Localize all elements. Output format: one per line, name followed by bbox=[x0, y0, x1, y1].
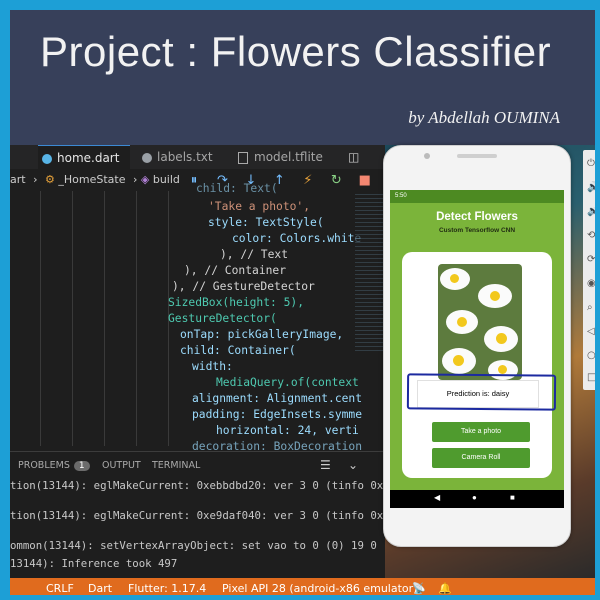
code-line: ), // Container bbox=[184, 264, 287, 277]
author-byline: by Abdellah OUMINA bbox=[408, 108, 560, 127]
list-icon[interactable]: ☰ bbox=[320, 458, 331, 472]
daisy-center bbox=[453, 355, 464, 366]
back-icon[interactable]: ◀ bbox=[434, 493, 440, 502]
recents-icon[interactable]: ■ bbox=[510, 493, 515, 502]
android-nav-bar: ◀ ● ■ bbox=[390, 490, 564, 508]
device-selector[interactable]: Pixel API 28 (android-x86 emulator) bbox=[222, 578, 417, 595]
terminal-output[interactable]: tion(13144): eglMakeCurrent: 0xebbdbd20:… bbox=[10, 477, 385, 577]
highlight-annotation bbox=[406, 373, 557, 411]
problems-count-badge: 1 bbox=[73, 461, 90, 471]
class-icon: ⚙ bbox=[44, 173, 55, 186]
hot-reload-icon[interactable]: ⚡ bbox=[296, 173, 320, 188]
take-photo-button[interactable]: Take a photo bbox=[432, 422, 530, 442]
code-line: alignment: Alignment.cent bbox=[192, 392, 363, 405]
rotate-left-icon[interactable]: ⟲ bbox=[587, 230, 595, 241]
breadcrumb-class[interactable]: _HomeState bbox=[58, 173, 125, 186]
panel-tab-bar: PROBLEMS 1 OUTPUT TERMINAL ☰ ⌄ bbox=[10, 451, 385, 478]
code-line: onTap: pickGalleryImage, bbox=[180, 328, 344, 341]
home-icon[interactable]: ○ bbox=[587, 350, 595, 361]
android-status-bar: 5:50 bbox=[390, 190, 564, 203]
code-line: color: Colors.white bbox=[232, 232, 362, 245]
code-area[interactable]: child: Text( 'Take a photo', style: Text… bbox=[10, 182, 385, 453]
tab-label: labels.txt bbox=[157, 150, 213, 164]
broadcast-icon[interactable]: 📡 bbox=[412, 578, 426, 595]
camera-roll-button[interactable]: Camera Roll bbox=[432, 448, 530, 468]
page-title: Project : Flowers Classifier bbox=[40, 28, 552, 75]
code-line: MediaQuery.of(context bbox=[216, 376, 359, 389]
volume-up-icon[interactable]: 🔊 bbox=[587, 182, 595, 193]
slide-frame: Project : Flowers Classifier by Abdellah… bbox=[0, 0, 600, 600]
eol-indicator[interactable]: CRLF bbox=[46, 578, 74, 595]
volume-down-icon[interactable]: 🔉 bbox=[587, 206, 595, 217]
back-icon[interactable]: ◁ bbox=[587, 326, 595, 337]
result-card: Prediction is: daisy Take a photo Camera… bbox=[402, 252, 557, 478]
code-line: SizedBox(height: 5), bbox=[168, 296, 305, 309]
daisy-center bbox=[498, 365, 507, 374]
terminal-line: tion(13144): eglMakeCurrent: 0xebbdbd20:… bbox=[10, 479, 384, 492]
split-editor-icon[interactable]: ◫ bbox=[348, 145, 368, 169]
terminal-line: ommon(13144): setVertexArrayObject: set … bbox=[10, 539, 377, 552]
code-line: horizontal: 24, verti bbox=[216, 424, 359, 437]
code-line: padding: EdgeInsets.symme bbox=[192, 408, 363, 421]
tab-labels-txt[interactable]: labels.txt bbox=[142, 145, 222, 169]
tab-output[interactable]: OUTPUT bbox=[102, 460, 141, 471]
android-emulator: 5:50 Detect Flowers Custom Tensorflow CN… bbox=[383, 145, 571, 547]
stop-icon[interactable]: ■ bbox=[353, 173, 377, 188]
rotate-right-icon[interactable]: ⟳ bbox=[587, 254, 595, 265]
daisy-center bbox=[496, 333, 507, 344]
daisy-center bbox=[490, 291, 500, 301]
flutter-version[interactable]: Flutter: 1.17.4 bbox=[128, 578, 206, 595]
camera-icon bbox=[424, 153, 430, 159]
breadcrumb-method[interactable]: build bbox=[153, 173, 180, 186]
title-banner: Project : Flowers Classifier by Abdellah… bbox=[10, 10, 595, 145]
tab-terminal[interactable]: TERMINAL bbox=[152, 460, 200, 471]
status-bar: CRLF Dart Flutter: 1.17.4 Pixel API 28 (… bbox=[10, 578, 595, 595]
phone-screen: 5:50 Detect Flowers Custom Tensorflow CN… bbox=[390, 190, 564, 508]
breadcrumb-file[interactable]: art bbox=[10, 173, 26, 186]
tab-home-dart[interactable]: home.dart ✕ bbox=[38, 145, 130, 189]
method-icon: ◈ bbox=[140, 173, 150, 186]
app-subtitle: Custom Tensorflow CNN bbox=[438, 227, 516, 234]
tab-label: home.dart bbox=[57, 151, 120, 165]
language-mode[interactable]: Dart bbox=[88, 578, 112, 595]
terminal-line: 13144): Inference took 497 bbox=[10, 557, 178, 570]
code-line: GestureDetector( bbox=[168, 312, 277, 325]
tab-label: model.tflite bbox=[254, 150, 323, 164]
emulator-controls: ⏻ 🔊 🔉 ⟲ ⟳ ◉ ⌕ ◁ ○ □ bbox=[583, 150, 595, 390]
power-icon[interactable]: ⏻ bbox=[587, 158, 595, 169]
text-file-icon bbox=[142, 152, 152, 163]
terminal-line: tion(13144): eglMakeCurrent: 0xe9daf040:… bbox=[10, 509, 384, 522]
code-line: 'Take a photo', bbox=[208, 200, 311, 213]
minimap[interactable] bbox=[355, 191, 385, 351]
screenshot-icon[interactable]: ◉ bbox=[587, 278, 595, 289]
flower-image bbox=[438, 264, 522, 380]
overview-icon[interactable]: □ bbox=[587, 372, 595, 383]
home-icon[interactable]: ● bbox=[472, 493, 477, 502]
status-time: 5:50 bbox=[395, 193, 407, 199]
code-line: style: TextStyle( bbox=[208, 216, 324, 229]
restart-icon[interactable]: ↻ bbox=[324, 173, 348, 188]
dart-file-icon bbox=[42, 153, 52, 164]
chevron-down-icon[interactable]: ⌄ bbox=[348, 458, 358, 472]
phone-speaker bbox=[457, 154, 497, 158]
code-line: ), // GestureDetector bbox=[172, 280, 315, 293]
zoom-icon[interactable]: ⌕ bbox=[587, 302, 593, 313]
tab-problems[interactable]: PROBLEMS 1 bbox=[18, 460, 90, 471]
app-title: Detect Flowers bbox=[436, 211, 518, 223]
tab-model-tflite[interactable]: model.tflite bbox=[238, 145, 338, 169]
file-icon bbox=[238, 151, 248, 164]
bell-icon[interactable]: 🔔 bbox=[438, 578, 452, 595]
code-line: ), // Text bbox=[220, 248, 289, 261]
code-line: child: Text( bbox=[196, 182, 278, 195]
daisy-center bbox=[450, 274, 459, 283]
daisy-center bbox=[457, 317, 467, 327]
code-line: width: bbox=[192, 360, 233, 373]
code-line: child: Container( bbox=[180, 344, 296, 357]
